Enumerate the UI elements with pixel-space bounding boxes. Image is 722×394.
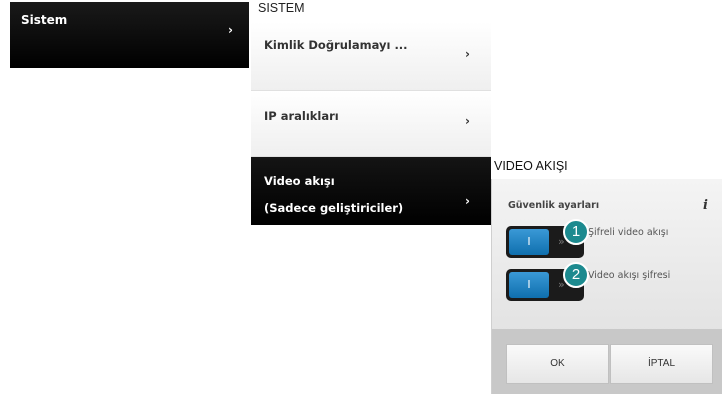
sistem-item-authentication[interactable]: Kimlik Doğrulamayı ... › [251,22,491,91]
menu-item-sistem[interactable]: Sistem › [10,2,249,68]
video-settings-panel: Güvenlik ayarları i I » Şifreli video ak… [491,179,722,394]
chevron-right-icon: › [465,194,470,208]
sistem-item-video-stream[interactable]: Video akışı (Sadece geliştiriciler) › [251,157,491,225]
info-icon[interactable]: i [703,198,708,213]
sistem-item-label: Kimlik Doğrulamayı ... [264,38,408,52]
sistem-item-label: Video akışı [264,174,335,188]
security-settings-label: Güvenlik ayarları [508,200,600,211]
chevron-right-icon: › [465,47,470,61]
chevron-right-icon: › [465,114,470,128]
screen: Sistem › SISTEM Kimlik Doğrulamayı ... ›… [0,0,722,394]
sistem-panel: Kimlik Doğrulamayı ... › IP aralıkları ›… [251,22,491,225]
toggle-knob: I [509,272,549,298]
sistem-item-label: IP aralıkları [264,109,339,123]
sistem-column-title: SISTEM [258,1,305,15]
sistem-item-ip-ranges[interactable]: IP aralıkları › [251,91,491,157]
toggle-knob: I [509,229,549,255]
cancel-button[interactable]: İPTAL [610,344,713,384]
stream-password-label: Video akışı şifresi [588,270,671,281]
callout-badge-1: 1 [563,219,589,245]
ok-button[interactable]: OK [506,344,609,384]
button-bar: OK İPTAL [492,329,722,394]
video-panel-title: VIDEO AKIŞI [494,159,568,173]
menu-item-label: Sistem [21,13,68,27]
chevron-right-icon: › [228,23,233,37]
encrypted-stream-label: Şifreli video akışı [588,227,669,238]
sistem-item-sublabel: (Sadece geliştiriciler) [264,201,404,215]
callout-badge-2: 2 [563,262,589,288]
